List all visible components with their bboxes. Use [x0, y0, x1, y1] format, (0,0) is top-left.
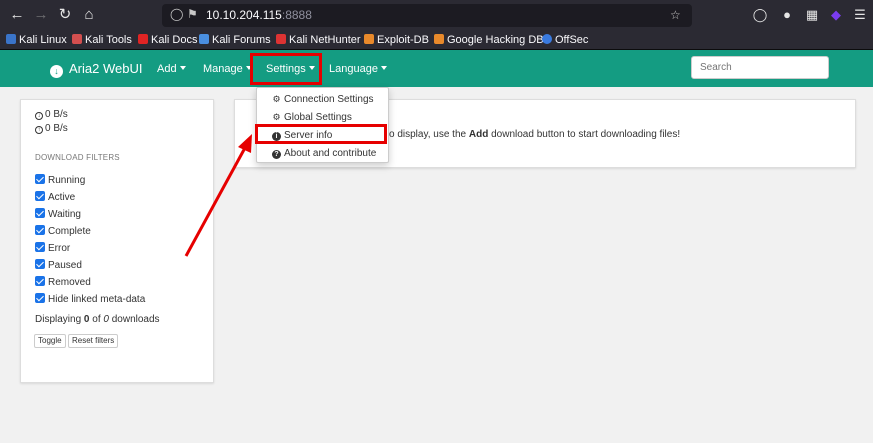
checkbox-checked-icon[interactable]	[35, 225, 45, 235]
filters-title: DOWNLOAD FILTERS	[35, 153, 120, 162]
nav-manage-menu[interactable]: Manage	[203, 63, 252, 75]
filter-hide-linked-meta[interactable]: Hide linked meta-data	[35, 293, 145, 305]
brand-link[interactable]: ↓ Aria2 WebUI	[50, 61, 142, 78]
checkbox-checked-icon[interactable]	[35, 174, 45, 184]
bookmark-kali-linux[interactable]: Kali Linux	[6, 34, 67, 46]
account-icon[interactable]: ●	[779, 7, 795, 23]
home-icon[interactable]: ⌂	[80, 6, 98, 24]
bookmark-exploit-db[interactable]: Exploit-DB	[364, 34, 429, 46]
exploit-db-icon	[364, 34, 374, 44]
server-info-highlight-box	[255, 124, 387, 144]
checkbox-checked-icon[interactable]	[35, 242, 45, 252]
search-input[interactable]	[691, 56, 829, 79]
displaying-count: Displaying 0 of 0 downloads	[35, 314, 160, 325]
download-circle-icon: ↓	[50, 65, 63, 78]
nav-add-menu[interactable]: Add	[157, 63, 186, 75]
pocket-icon[interactable]: ◯	[752, 7, 768, 23]
download-speed: ↓ 0 B/s	[35, 109, 68, 120]
arrow-down-circle-icon: ↓	[35, 112, 43, 120]
checkbox-checked-icon[interactable]	[35, 276, 45, 286]
filter-running[interactable]: Running	[35, 174, 85, 186]
caret-down-icon	[380, 66, 387, 70]
bookmark-google-hacking-db[interactable]: Google Hacking DB	[434, 34, 544, 46]
extensions-icon[interactable]: ▦	[804, 7, 820, 23]
kali-docs-icon	[138, 34, 148, 44]
caret-down-icon	[179, 66, 186, 70]
nethunter-icon	[276, 34, 286, 44]
url-bar[interactable]: ◯ ⚑ 10.10.204.115:8888 ☆	[162, 4, 692, 27]
gear-icon: ⚙	[272, 94, 281, 104]
filter-error[interactable]: Error	[35, 242, 70, 254]
checkbox-checked-icon[interactable]	[35, 191, 45, 201]
reset-filters-button[interactable]: Reset filters	[68, 334, 119, 348]
menu-about-contribute[interactable]: ? About and contribute	[272, 148, 376, 159]
filter-removed[interactable]: Removed	[35, 276, 91, 288]
nav-language-menu[interactable]: Language	[329, 63, 387, 75]
toggle-button[interactable]: Toggle	[34, 334, 66, 348]
kali-forums-icon	[199, 34, 209, 44]
filters-panel: ↓ 0 B/s ↑ 0 B/s DOWNLOAD FILTERS Running A…	[20, 99, 214, 383]
extension-purple-icon[interactable]: ◆	[828, 7, 844, 23]
settings-highlight-box	[250, 53, 322, 85]
back-arrow-icon[interactable]: ←	[8, 6, 26, 24]
url-text: 10.10.204.115:8888	[206, 8, 312, 22]
filter-waiting[interactable]: Waiting	[35, 208, 81, 220]
forward-arrow-icon[interactable]: →	[32, 6, 50, 24]
menu-icon[interactable]: ☰	[852, 7, 868, 23]
upload-speed: ↑ 0 B/s	[35, 123, 68, 134]
filter-complete[interactable]: Complete	[35, 225, 91, 237]
bookmark-kali-docs[interactable]: Kali Docs	[138, 34, 197, 46]
bookmark-kali-tools[interactable]: Kali Tools	[72, 34, 132, 46]
checkbox-checked-icon[interactable]	[35, 259, 45, 269]
reload-icon[interactable]: ↻	[56, 6, 74, 24]
filter-paused[interactable]: Paused	[35, 259, 82, 271]
menu-connection-settings[interactable]: ⚙ Connection Settings	[272, 94, 373, 105]
gears-icon: ⚙	[272, 112, 281, 122]
checkbox-checked-icon[interactable]	[35, 293, 45, 303]
empty-downloads-message: o display, use the Add download button t…	[389, 129, 681, 140]
shield-icon[interactable]: ◯	[170, 7, 183, 21]
bookmark-kali-forums[interactable]: Kali Forums	[199, 34, 271, 46]
bookmarks-bar: Kali Linux Kali Tools Kali Docs Kali For…	[0, 31, 873, 50]
filter-active[interactable]: Active	[35, 191, 75, 203]
kali-dragon-icon	[6, 34, 16, 44]
bookmark-star-icon[interactable]: ☆	[670, 8, 681, 22]
arrow-up-circle-icon: ↑	[35, 126, 43, 134]
offsec-icon	[542, 34, 552, 44]
ghdb-icon	[434, 34, 444, 44]
kali-tools-icon	[72, 34, 82, 44]
checkbox-checked-icon[interactable]	[35, 208, 45, 218]
bookmark-kali-nethunter[interactable]: Kali NetHunter	[276, 34, 361, 46]
menu-global-settings[interactable]: ⚙ Global Settings	[272, 112, 351, 123]
question-circle-icon: ?	[272, 150, 281, 159]
browser-toolbar: ← → ↻ ⌂ ◯ ⚑ 10.10.204.115:8888 ☆ ◯ ● ▦ ◆…	[0, 0, 873, 31]
lock-warning-icon[interactable]: ⚑	[187, 7, 198, 21]
bookmark-offsec[interactable]: OffSec	[542, 34, 588, 46]
